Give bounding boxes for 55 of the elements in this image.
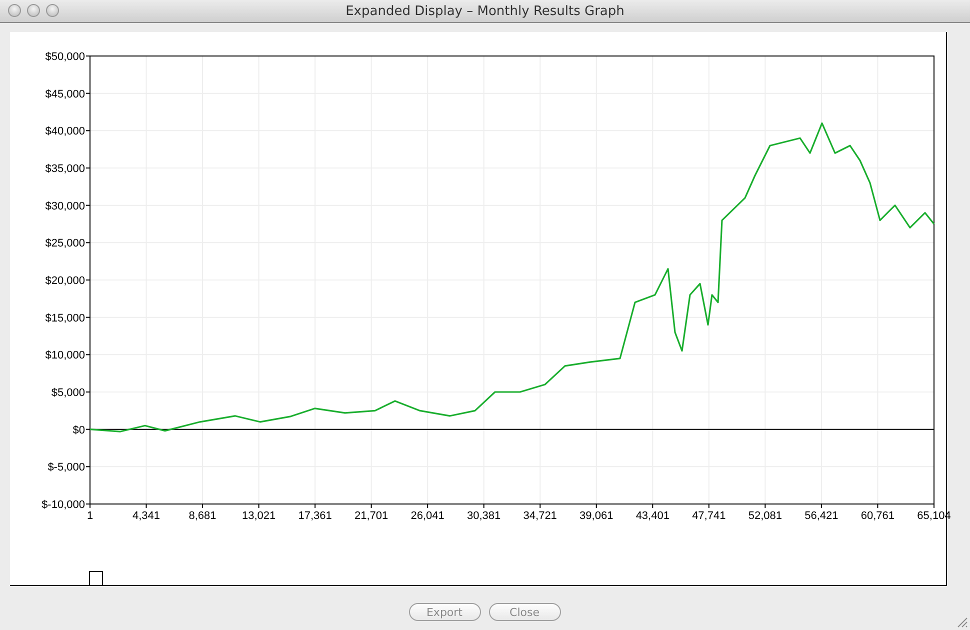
y-tick-label: $-10,000 [42,499,85,511]
y-tick [86,242,90,244]
y-tick [86,466,90,468]
y-tick-label: $15,000 [45,312,85,324]
x-tick [764,504,766,508]
y-tick-label: $0 [72,424,85,436]
x-tick-label: 43,401 [636,510,670,522]
y-tick [86,316,90,318]
y-tick-label: $30,000 [45,200,85,212]
y-tick-label: $35,000 [45,163,85,175]
y-tick-label: $-5,000 [48,462,85,474]
x-tick-label: 34,721 [523,510,557,522]
y-tick-label: $45,000 [45,88,85,100]
resize-grip-icon[interactable] [957,617,968,628]
y-tick [86,428,90,430]
x-tick-label: 1 [86,510,94,522]
x-tick [820,504,822,508]
x-tick-label: 13,021 [242,510,276,522]
x-tick-label: 26,041 [410,510,444,522]
y-tick-label: $25,000 [45,238,85,250]
y-tick [86,130,90,132]
x-tick [540,504,541,508]
x-tick [370,504,372,508]
x-tick-label: 60,761 [860,510,895,522]
x-tick [596,504,597,508]
y-tick [86,204,90,206]
y-tick-label: $40,000 [45,126,85,138]
x-tick [202,504,204,508]
x-tick [258,504,260,508]
window-title: Expanded Display – Monthly Results Graph [346,4,624,18]
x-tick [146,504,147,508]
x-tick [652,504,654,508]
x-tick-label: 4,341 [132,510,160,522]
x-tick [314,504,316,508]
zoom-window-icon[interactable] [46,4,59,17]
x-tick-label: 39,061 [580,510,614,522]
y-tick [86,354,90,356]
x-tick-label: 30,381 [467,510,501,522]
x-tick-label: 21,701 [354,510,388,522]
x-tick-label: 47,741 [692,510,726,522]
x-tick [708,504,710,508]
x-tick-label: 56,421 [804,510,838,522]
y-tick-label: $5,000 [51,387,85,399]
x-tick-label: 8,681 [188,510,216,522]
x-tick-label: 17,361 [298,510,332,522]
minimize-window-icon[interactable] [27,4,40,17]
x-tick [483,504,484,508]
close-window-icon[interactable] [8,4,21,17]
y-tick-label: $50,000 [45,51,85,63]
x-tick-label: 52,081 [748,510,782,522]
x-tick [427,504,428,508]
y-tick [86,92,90,94]
y-tick-label: $10,000 [45,350,85,362]
y-tick-label: $20,000 [45,275,85,287]
x-tick [877,504,878,508]
